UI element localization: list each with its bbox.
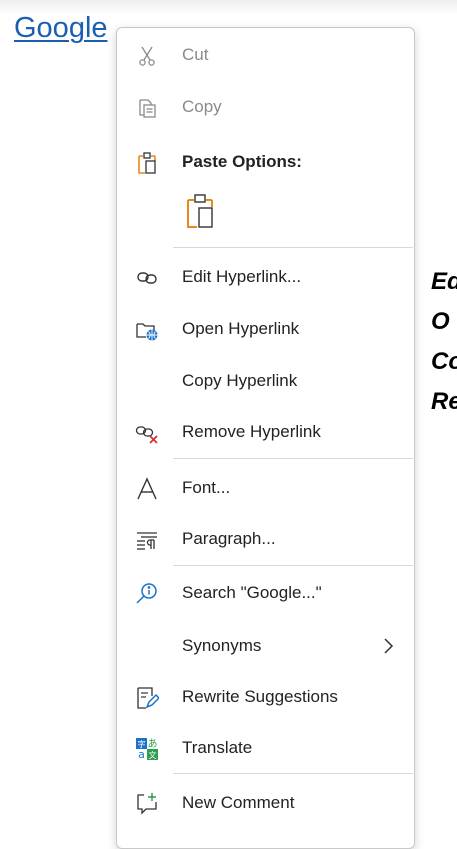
edit-link-icon bbox=[135, 266, 159, 290]
document-text-right: Ed O Co Re bbox=[431, 262, 457, 422]
menu-item-paragraph[interactable]: Paragraph... bbox=[117, 519, 414, 559]
menu-item-label: Paragraph... bbox=[182, 529, 276, 548]
menu-item-synonyms[interactable]: Synonyms bbox=[117, 626, 414, 666]
doc-line-1: Ed bbox=[431, 268, 457, 295]
paste-keep-formatting-icon bbox=[185, 192, 215, 235]
svg-text:a: a bbox=[138, 748, 145, 761]
new-comment-icon bbox=[135, 792, 159, 816]
menu-item-label: Translate bbox=[182, 738, 253, 757]
menu-separator bbox=[173, 565, 413, 566]
paragraph-icon bbox=[135, 528, 159, 552]
menu-item-font[interactable]: Font... bbox=[117, 468, 414, 508]
svg-text:あ: あ bbox=[148, 738, 158, 750]
menu-item-open-hyperlink[interactable]: Open Hyperlink bbox=[117, 309, 414, 349]
scissors-icon bbox=[135, 44, 159, 68]
menu-separator bbox=[173, 773, 413, 774]
doc-line-2: O bbox=[431, 308, 450, 335]
menu-item-search[interactable]: Search "Google..." bbox=[117, 573, 414, 613]
open-link-icon bbox=[135, 318, 159, 342]
paste-options-heading: Paste Options: bbox=[117, 142, 414, 182]
remove-link-icon bbox=[135, 421, 159, 445]
menu-item-label: Rewrite Suggestions bbox=[182, 687, 338, 706]
menu-item-label: Font... bbox=[182, 478, 231, 497]
menu-item-label: Copy Hyperlink bbox=[182, 371, 298, 390]
menu-item-label: New Comment bbox=[182, 793, 295, 812]
doc-line-4: Re bbox=[431, 388, 457, 415]
clipboard-icon bbox=[135, 151, 159, 175]
menu-item-copy[interactable]: Copy bbox=[117, 87, 414, 127]
svg-text:字: 字 bbox=[138, 739, 146, 749]
paste-options-label: Paste Options: bbox=[182, 152, 302, 171]
menu-item-label: Copy bbox=[182, 97, 222, 116]
menu-item-label: Search "Google..." bbox=[182, 583, 322, 602]
rewrite-icon bbox=[135, 686, 159, 710]
doc-line-3: Co bbox=[431, 348, 457, 375]
document-hyperlink[interactable]: Google bbox=[14, 12, 108, 45]
menu-item-cut[interactable]: Cut bbox=[117, 35, 414, 75]
paste-keep-formatting-button[interactable] bbox=[181, 190, 219, 236]
menu-item-label: Cut bbox=[182, 45, 209, 64]
context-menu: Cut Copy Paste Options: Edit Hyperlink..… bbox=[116, 27, 415, 849]
copy-icon bbox=[135, 96, 159, 120]
svg-text:文: 文 bbox=[149, 750, 157, 760]
font-icon bbox=[135, 477, 159, 501]
menu-item-label: Open Hyperlink bbox=[182, 319, 300, 338]
menu-item-remove-hyperlink[interactable]: Remove Hyperlink bbox=[117, 412, 414, 452]
menu-item-rewrite-suggestions[interactable]: Rewrite Suggestions bbox=[117, 677, 414, 717]
menu-item-label: Edit Hyperlink... bbox=[182, 267, 302, 286]
menu-separator bbox=[173, 247, 413, 248]
smart-lookup-icon bbox=[135, 582, 159, 606]
menu-item-edit-hyperlink[interactable]: Edit Hyperlink... bbox=[117, 257, 414, 297]
translate-icon: a あ 字 文 bbox=[135, 737, 159, 761]
menu-item-label: Remove Hyperlink bbox=[182, 422, 321, 441]
menu-item-label: Synonyms bbox=[182, 636, 262, 655]
menu-item-translate[interactable]: a あ 字 文 Translate bbox=[117, 728, 414, 768]
chevron-right-icon bbox=[378, 636, 398, 656]
menu-item-copy-hyperlink[interactable]: Copy Hyperlink bbox=[117, 361, 414, 401]
menu-item-new-comment[interactable]: New Comment bbox=[117, 783, 414, 823]
menu-separator bbox=[173, 458, 413, 459]
